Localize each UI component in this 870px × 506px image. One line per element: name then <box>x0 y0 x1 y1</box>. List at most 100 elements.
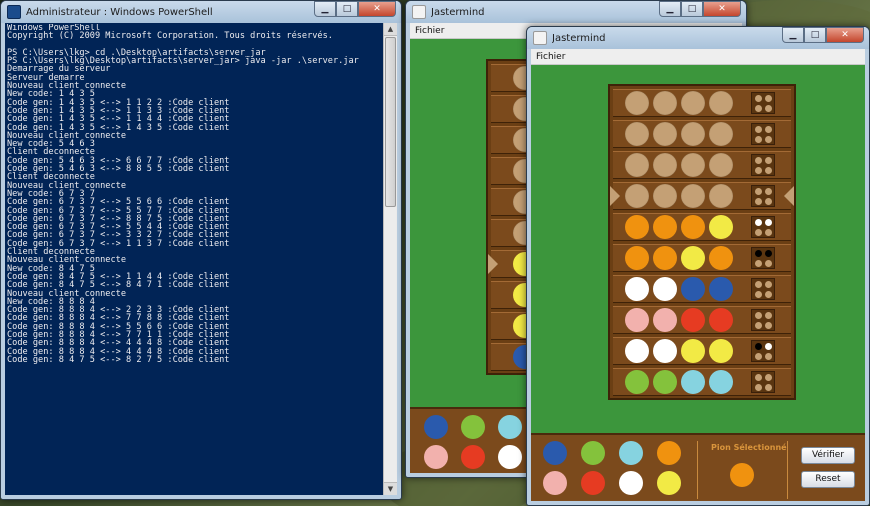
feedback-peg <box>765 188 772 195</box>
peg-slot[interactable] <box>709 122 733 146</box>
selected-peg-label: Pion Sélectionné <box>711 443 787 452</box>
peg-slot[interactable] <box>709 246 733 270</box>
peg-slot[interactable] <box>625 277 649 301</box>
maximize-button[interactable]: □ <box>336 1 358 17</box>
feedback-box <box>751 185 775 207</box>
peg-slot[interactable] <box>681 339 705 363</box>
menu-fichier[interactable]: Fichier <box>415 26 444 36</box>
peg-slot[interactable] <box>653 91 677 115</box>
peg-slot[interactable] <box>625 370 649 394</box>
palette-peg[interactable] <box>461 415 485 439</box>
palette-peg[interactable] <box>498 415 522 439</box>
feedback-peg <box>765 157 772 164</box>
maximize-button[interactable]: □ <box>681 1 703 17</box>
peg-slot[interactable] <box>681 215 705 239</box>
scroll-up-icon[interactable]: ▲ <box>384 23 397 36</box>
menu-fichier[interactable]: Fichier <box>536 52 565 62</box>
peg-slot[interactable] <box>681 370 705 394</box>
peg-slot[interactable] <box>625 91 649 115</box>
peg-slot[interactable] <box>653 370 677 394</box>
control-panel: Pion Sélectionné Vérifier Reset <box>531 433 865 501</box>
palette-peg[interactable] <box>543 441 567 465</box>
peg-slot[interactable] <box>653 122 677 146</box>
peg-slot[interactable] <box>681 277 705 301</box>
minimize-button[interactable]: ▁ <box>659 1 681 17</box>
feedback-peg <box>765 291 772 298</box>
vertical-scrollbar[interactable]: ▲ ▼ <box>383 23 397 495</box>
peg-slot[interactable] <box>653 339 677 363</box>
minimize-button[interactable]: ▁ <box>782 27 804 43</box>
palette-peg[interactable] <box>461 445 485 469</box>
close-button[interactable]: ✕ <box>703 1 741 17</box>
palette-peg[interactable] <box>424 415 448 439</box>
peg-slot[interactable] <box>625 153 649 177</box>
palette-peg[interactable] <box>498 445 522 469</box>
feedback-peg <box>755 353 762 360</box>
palette-peg[interactable] <box>657 471 681 495</box>
maximize-button[interactable]: □ <box>804 27 826 43</box>
peg-slot[interactable] <box>653 153 677 177</box>
peg-slot[interactable] <box>709 277 733 301</box>
peg-slot[interactable] <box>681 122 705 146</box>
feedback-peg <box>765 312 772 319</box>
peg-slot[interactable] <box>681 308 705 332</box>
peg-slot[interactable] <box>709 339 733 363</box>
feedback-peg <box>755 136 762 143</box>
peg-slot[interactable] <box>709 184 733 208</box>
close-button[interactable]: ✕ <box>826 27 864 43</box>
palette-peg[interactable] <box>424 445 448 469</box>
palette-peg[interactable] <box>619 441 643 465</box>
feedback-box <box>751 278 775 300</box>
peg-slot[interactable] <box>653 215 677 239</box>
row-indicator-left-icon <box>488 254 498 274</box>
console-area[interactable]: Windows PowerShell Copyright (C) 2009 Mic… <box>5 23 397 495</box>
guess-row <box>613 337 791 365</box>
minimize-button[interactable]: ▁ <box>314 1 336 17</box>
feedback-peg <box>755 322 762 329</box>
jastermind-window[interactable]: Jastermind ▁ □ ✕ Fichier Pion Sélectionn… <box>526 26 870 506</box>
peg-slot[interactable] <box>709 370 733 394</box>
peg-slot[interactable] <box>653 308 677 332</box>
peg-slot[interactable] <box>709 91 733 115</box>
color-palette <box>531 435 701 505</box>
peg-slot[interactable] <box>653 184 677 208</box>
peg-slot[interactable] <box>625 339 649 363</box>
peg-slot[interactable] <box>653 246 677 270</box>
feedback-peg <box>765 343 772 350</box>
peg-slot[interactable] <box>625 308 649 332</box>
reset-button[interactable]: Reset <box>801 471 855 488</box>
peg-slot[interactable] <box>625 184 649 208</box>
palette-peg[interactable] <box>657 441 681 465</box>
scroll-thumb[interactable] <box>385 37 396 207</box>
feedback-peg <box>755 260 762 267</box>
feedback-box <box>751 371 775 393</box>
palette-peg[interactable] <box>581 471 605 495</box>
verify-button[interactable]: Vérifier <box>801 447 855 464</box>
peg-slot[interactable] <box>681 153 705 177</box>
peg-slot[interactable] <box>709 215 733 239</box>
panel-separator <box>697 441 698 499</box>
peg-slot[interactable] <box>625 246 649 270</box>
feedback-peg <box>765 105 772 112</box>
feedback-peg <box>755 281 762 288</box>
palette-peg[interactable] <box>581 441 605 465</box>
peg-slot[interactable] <box>681 184 705 208</box>
peg-slot[interactable] <box>681 246 705 270</box>
feedback-peg <box>765 322 772 329</box>
close-button[interactable]: ✕ <box>358 1 396 17</box>
scroll-down-icon[interactable]: ▼ <box>384 482 397 495</box>
peg-slot[interactable] <box>625 122 649 146</box>
peg-slot[interactable] <box>709 153 733 177</box>
peg-slot[interactable] <box>625 215 649 239</box>
feedback-peg <box>755 250 762 257</box>
palette-peg[interactable] <box>619 471 643 495</box>
guess-row <box>613 244 791 272</box>
window-title: Jastermind <box>552 32 606 44</box>
feedback-box <box>751 309 775 331</box>
peg-slot[interactable] <box>709 308 733 332</box>
feedback-box <box>751 340 775 362</box>
powershell-window[interactable]: Administrateur : Windows PowerShell ▁ □ … <box>0 0 402 500</box>
palette-peg[interactable] <box>543 471 567 495</box>
peg-slot[interactable] <box>681 91 705 115</box>
peg-slot[interactable] <box>653 277 677 301</box>
